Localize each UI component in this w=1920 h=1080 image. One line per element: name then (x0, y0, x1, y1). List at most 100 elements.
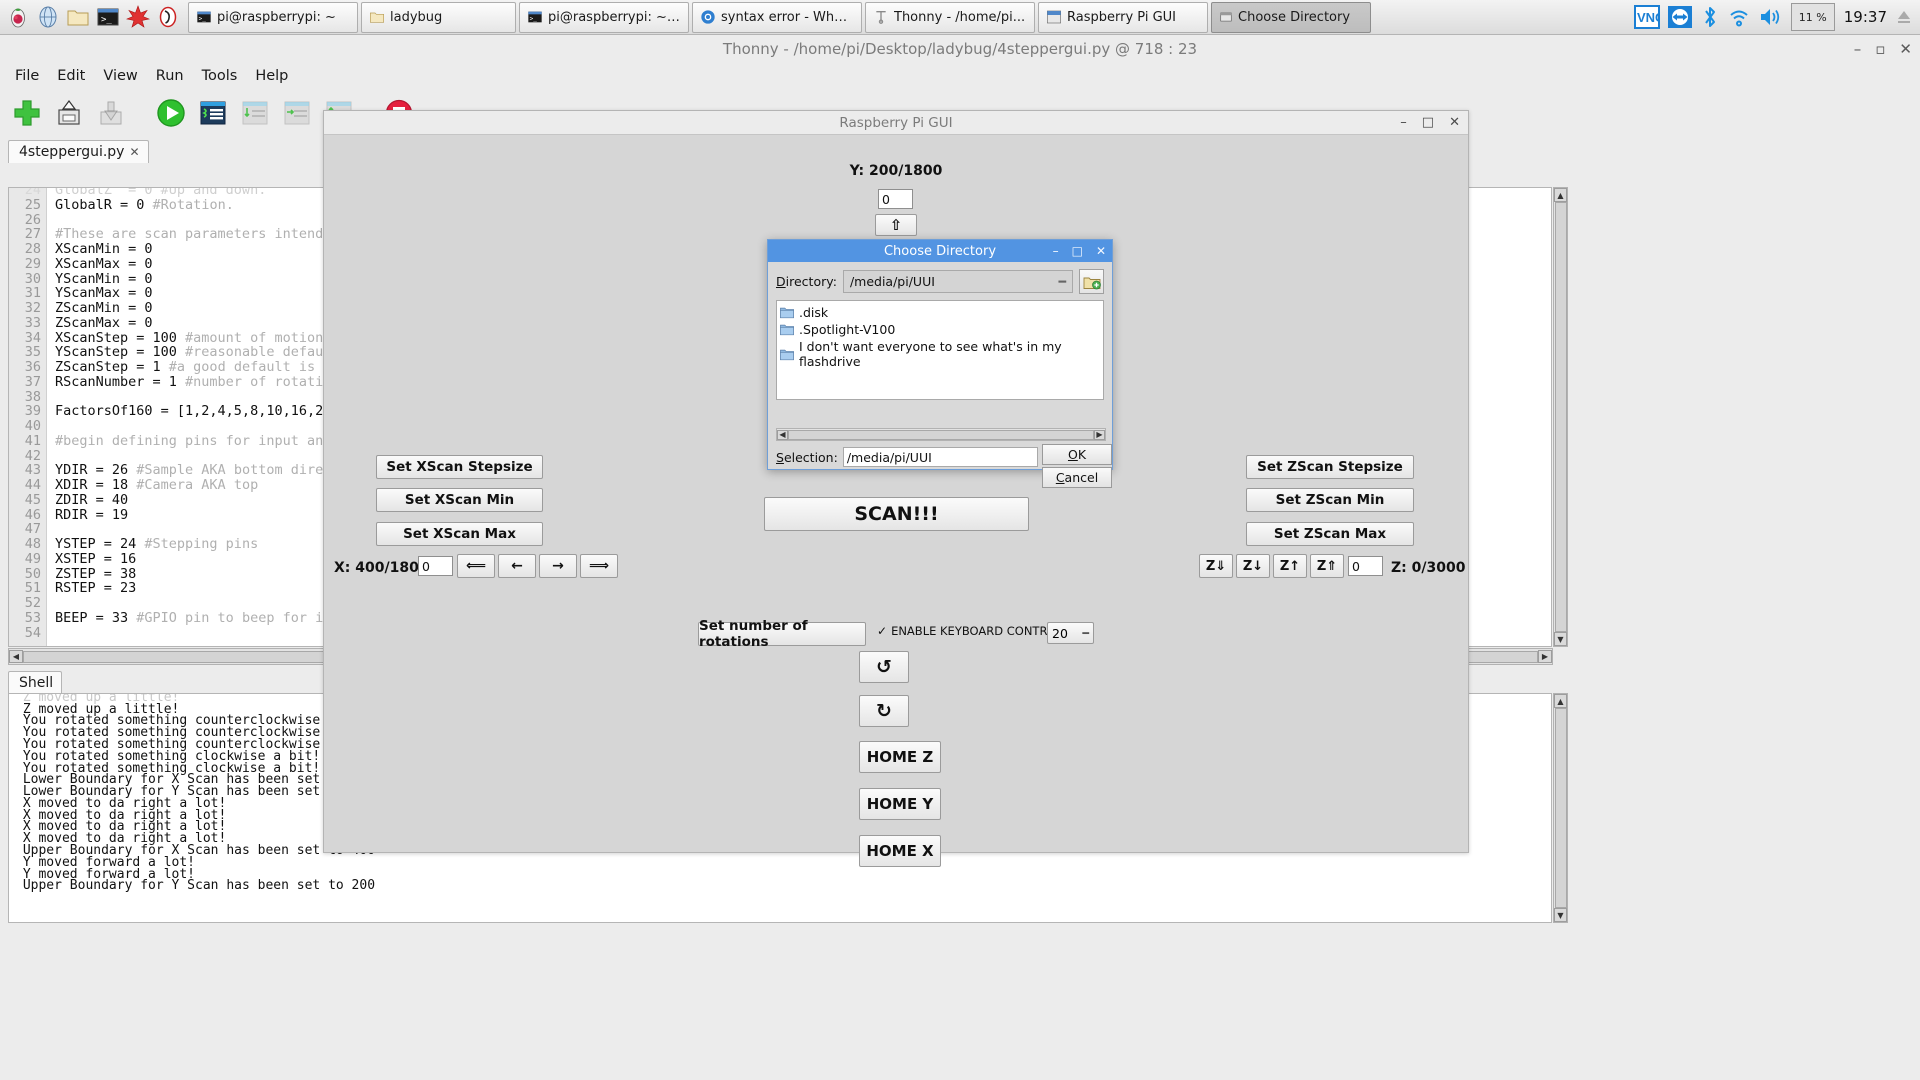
shell-scroll-up-arrow[interactable]: ▲ (1554, 694, 1567, 708)
wolfram-icon[interactable] (154, 3, 182, 31)
filelist-scroll-right-arrow[interactable]: ▶ (1094, 429, 1105, 440)
editor-scroll-right-arrow[interactable]: ▶ (1538, 650, 1552, 663)
step-over-button[interactable] (236, 94, 274, 132)
home-z-button[interactable]: HOME Z (859, 741, 941, 773)
editor-vscroll-thumb[interactable] (1554, 202, 1567, 632)
bluetooth-icon[interactable] (1700, 5, 1720, 29)
x-small-right-button[interactable]: → (539, 554, 577, 578)
thonny-maximize-button[interactable]: ▫ (1875, 40, 1885, 58)
new-folder-button[interactable] (1079, 269, 1104, 294)
step-into-button[interactable] (278, 94, 316, 132)
editor-line-numbers: 24 25 26 27 28 29 30 31 32 33 34 35 36 37 38 39 40 41 42 43… (9, 188, 47, 646)
volume-icon[interactable] (1758, 5, 1784, 29)
rotate-cw-button[interactable]: ↻ (859, 695, 909, 727)
taskbar-window-chromium[interactable]: syntax error - What t... (692, 1, 862, 33)
editor-vertical-scrollbar[interactable]: ▲ ▼ (1553, 187, 1568, 647)
shell-vertical-scrollbar[interactable]: ▲ ▼ (1553, 693, 1568, 923)
run-button[interactable] (152, 94, 190, 132)
editor-scroll-up-arrow[interactable]: ▲ (1554, 188, 1567, 202)
ok-button[interactable]: OK (1042, 444, 1112, 465)
set-xscan-max-button[interactable]: Set XScan Max (376, 522, 543, 546)
editor-scroll-down-arrow[interactable]: ▼ (1554, 632, 1567, 646)
file-item-spotlight[interactable]: .Spotlight-V100 (780, 321, 1103, 338)
scan-button[interactable]: SCAN!!! (764, 497, 1029, 531)
y-big-up-button[interactable]: ⇧ (875, 214, 917, 236)
clock[interactable]: 19:37 (1842, 8, 1889, 26)
editor-tab-close-icon[interactable]: ✕ (129, 145, 139, 159)
rpi-gui-maximize-button[interactable]: □ (1422, 115, 1434, 130)
selection-input[interactable]: /media/pi/UUI (842, 447, 1038, 467)
speed-option-menu[interactable]: 20 ━ (1047, 622, 1094, 644)
cpu-monitor[interactable]: 11 % (1790, 3, 1835, 31)
set-zscan-stepsize-button[interactable]: Set ZScan Stepsize (1246, 455, 1414, 479)
choose-directory-minimize-button[interactable]: – (1053, 244, 1059, 258)
taskbar-window-rpigui[interactable]: Raspberry Pi GUI (1038, 1, 1208, 33)
eject-icon[interactable] (1896, 8, 1912, 26)
editor-tab-4steppergui[interactable]: 4steppergui.py ✕ (8, 140, 149, 163)
rpi-gui-close-button[interactable]: ✕ (1449, 115, 1460, 130)
x-big-right-button[interactable]: ⟹ (580, 554, 618, 578)
editor-line-number: 40 (24, 418, 41, 434)
rpi-gui-minimize-button[interactable]: – (1400, 115, 1407, 130)
shell-vscroll-thumb[interactable] (1554, 708, 1567, 908)
menu-edit[interactable]: Edit (48, 65, 94, 87)
taskbar-window-terminal-1[interactable]: >_ pi@raspberrypi: ~ (188, 1, 358, 33)
network-manager-icon[interactable] (1667, 4, 1693, 30)
cancel-button[interactable]: Cancel (1042, 467, 1112, 488)
choose-directory-close-button[interactable]: ✕ (1096, 244, 1106, 258)
save-file-button[interactable] (92, 94, 130, 132)
z-big-up-button[interactable]: Z⇑ (1310, 554, 1344, 578)
enable-keyboard-controls-checkbox[interactable]: ✓ ENABLE KEYBOARD CONTROLS (877, 624, 1070, 638)
x-big-left-button[interactable]: ⟸ (457, 554, 495, 578)
set-zscan-max-button[interactable]: Set ZScan Max (1246, 522, 1414, 546)
new-file-button[interactable] (8, 94, 46, 132)
thonny-close-button[interactable]: ✕ (1899, 40, 1912, 58)
directory-combo[interactable]: /media/pi/UUI ━ (842, 270, 1073, 293)
load-file-button[interactable] (50, 94, 88, 132)
directory-file-list[interactable]: .disk .Spotlight-V100 I don't want everyon… (776, 300, 1104, 400)
thonny-minimize-button[interactable]: – (1854, 40, 1862, 58)
set-xscan-min-button[interactable]: Set XScan Min (376, 488, 543, 512)
rotate-ccw-button[interactable]: ↺ (859, 651, 909, 683)
home-y-button[interactable]: HOME Y (859, 788, 941, 820)
filelist-horizontal-scrollbar[interactable]: ◀ ▶ (776, 428, 1106, 441)
terminal-icon[interactable]: >_ (94, 3, 122, 31)
home-x-button[interactable]: HOME X (859, 835, 941, 867)
file-item-private[interactable]: I don't want everyone to see what's in m… (780, 338, 1103, 370)
taskbar-window-thonny[interactable]: Thonny - /home/pi... (865, 1, 1035, 33)
menu-run[interactable]: Run (147, 65, 193, 87)
mathematica-icon[interactable] (124, 3, 152, 31)
x-small-left-button[interactable]: ← (498, 554, 536, 578)
shell-scroll-down-arrow[interactable]: ▼ (1554, 908, 1567, 922)
filelist-scroll-left-arrow[interactable]: ◀ (777, 429, 788, 440)
taskbar-window-terminal-2[interactable]: >_ pi@raspberrypi: ~/D... (519, 1, 689, 33)
directory-row: Directory: /media/pi/UUI ━ (776, 269, 1104, 294)
wifi-icon[interactable] (1727, 5, 1751, 29)
filelist-hscroll-thumb[interactable] (788, 429, 1094, 440)
set-zscan-min-button[interactable]: Set ZScan Min (1246, 488, 1414, 512)
choose-directory-maximize-button[interactable]: □ (1072, 244, 1083, 258)
x-step-input[interactable]: 0 (418, 556, 453, 576)
menu-file[interactable]: File (6, 65, 48, 87)
y-step-input[interactable]: 0 (878, 189, 913, 209)
editor-line-number: 41 (24, 432, 41, 449)
taskbar-window-ladybug[interactable]: ladybug (361, 1, 516, 33)
file-item-disk[interactable]: .disk (780, 304, 1103, 321)
z-big-down-button[interactable]: Z⇓ (1199, 554, 1233, 578)
menu-help[interactable]: Help (246, 65, 297, 87)
set-number-of-rotations-button[interactable]: Set number of rotations (698, 618, 866, 650)
z-step-input[interactable]: 0 (1348, 556, 1383, 576)
menu-tools[interactable]: Tools (193, 65, 247, 87)
file-manager-icon[interactable] (64, 3, 92, 31)
shell-tab[interactable]: Shell (8, 671, 63, 694)
z-small-down-button[interactable]: Z↓ (1236, 554, 1270, 578)
z-small-up-button[interactable]: Z↑ (1273, 554, 1307, 578)
set-xscan-stepsize-button[interactable]: Set XScan Stepsize (376, 455, 543, 479)
debug-button[interactable] (194, 94, 232, 132)
menu-view[interactable]: View (94, 65, 146, 87)
editor-scroll-left-arrow[interactable]: ◀ (9, 650, 23, 663)
taskbar-window-choose-directory[interactable]: Choose Directory (1211, 1, 1371, 33)
vnc-icon[interactable]: VNC (1633, 4, 1660, 30)
web-browser-icon[interactable] (34, 3, 62, 31)
raspberry-menu-icon[interactable] (4, 3, 32, 31)
